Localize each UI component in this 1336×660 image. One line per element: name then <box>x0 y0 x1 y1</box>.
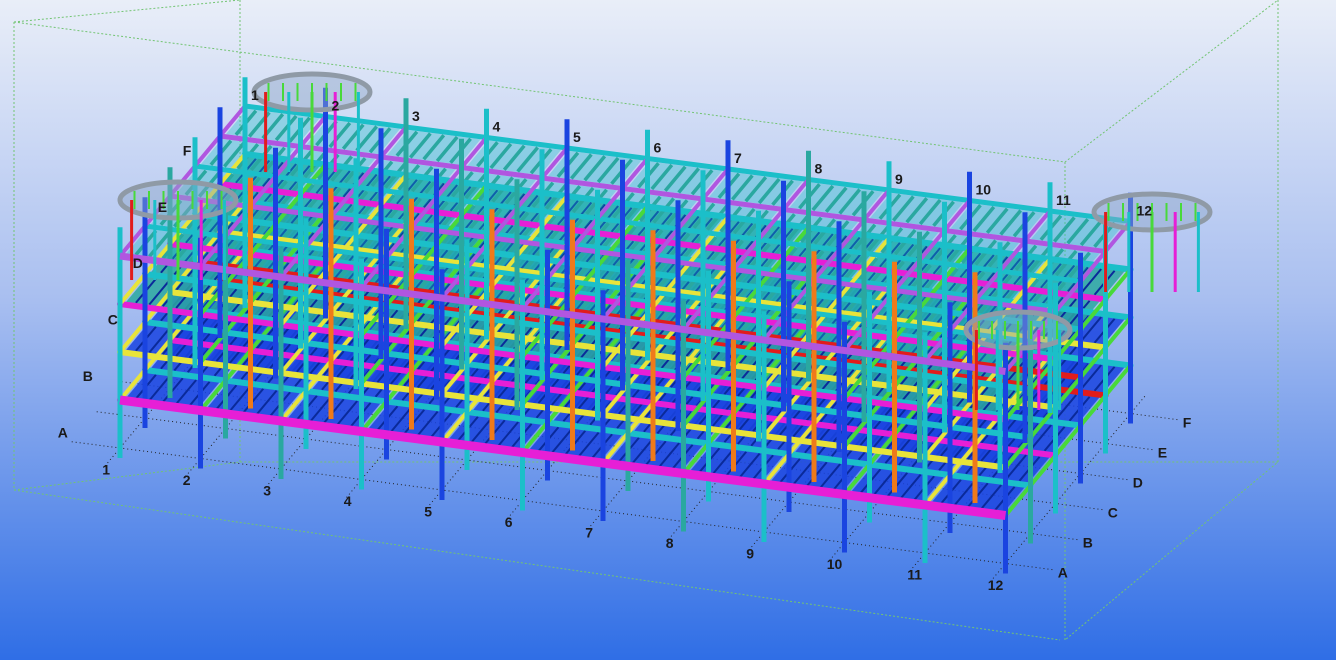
grid-label-back: 12 <box>1137 203 1153 219</box>
grid-label-back: 3 <box>412 108 420 124</box>
grid-label-right: B <box>1083 534 1093 550</box>
model-view-canvas[interactable]: 123456789101112123456789101112ABCDEFABCD… <box>0 0 1336 660</box>
grid-label-right: E <box>1158 444 1167 460</box>
grid-label-front: 5 <box>424 504 432 520</box>
grid-label-back: 8 <box>815 161 823 177</box>
grid-label-back: 9 <box>895 171 903 187</box>
grid-label-back: 1 <box>251 87 259 103</box>
grid-label-front: 10 <box>827 556 843 572</box>
grid-label-back: 4 <box>493 119 501 135</box>
grid-label-front: 6 <box>505 514 513 530</box>
grid-label-left: B <box>83 368 93 384</box>
grid-label-back: 5 <box>573 129 581 145</box>
grid-label-front: 3 <box>263 483 271 499</box>
grid-label-front: 9 <box>746 546 754 562</box>
grid-label-front: 8 <box>666 535 674 551</box>
grid-label-right: C <box>1108 504 1118 520</box>
grid-label-right: F <box>1183 414 1192 430</box>
grid-label-back: 11 <box>1056 192 1071 208</box>
grid-label-front: 12 <box>988 577 1004 593</box>
grid-label-front: 7 <box>585 525 593 541</box>
grid-label-back: 2 <box>332 98 340 114</box>
model-viewport[interactable]: 1 2 3 4 5 6 7 8 9 10 11 12 1 2 3 4 5 6 7 8 9 10 11 12 A B C D E F A B C D… <box>0 0 1336 660</box>
grid-label-left: A <box>58 424 68 440</box>
grid-label-right: A <box>1058 564 1068 580</box>
grid-label-left: C <box>108 312 118 328</box>
grid-label-right: D <box>1133 474 1143 490</box>
grid-label-back: 10 <box>976 182 992 198</box>
grid-label-front: 11 <box>907 567 922 583</box>
grid-label-left: D <box>133 255 143 271</box>
grid-label-front: 1 <box>102 462 110 478</box>
grid-label-back: 6 <box>654 140 662 156</box>
grid-label-front: 2 <box>183 472 191 488</box>
grid-label-back: 7 <box>734 150 742 166</box>
grid-label-left: E <box>158 199 167 215</box>
grid-label-front: 4 <box>344 493 352 509</box>
grid-label-left: F <box>183 142 192 158</box>
